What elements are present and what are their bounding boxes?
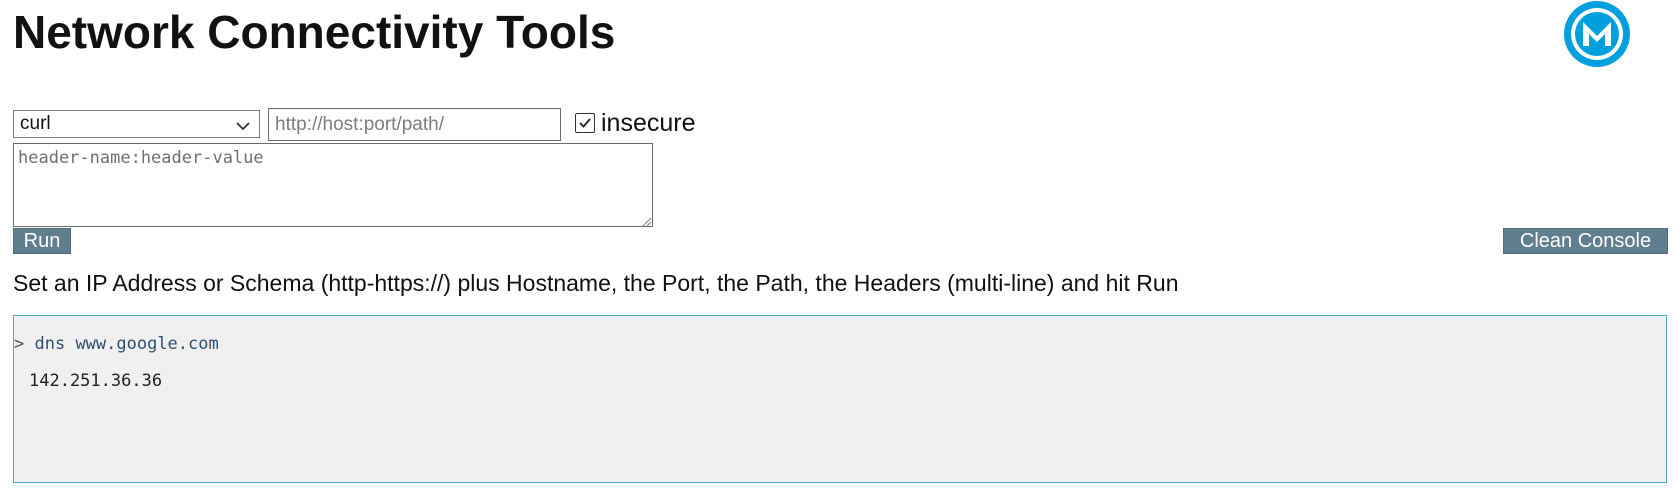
url-input[interactable]: [268, 108, 561, 141]
insecure-checkbox[interactable]: [575, 113, 595, 133]
clean-console-button[interactable]: Clean Console: [1503, 228, 1668, 254]
console-command: dns www.google.com: [34, 334, 219, 354]
console-prompt: >: [14, 334, 25, 354]
console-output-panel[interactable]: > dns www.google.com 142.251.36.36: [13, 315, 1667, 483]
headers-textarea[interactable]: [13, 143, 653, 227]
console-result: 142.251.36.36: [29, 371, 163, 391]
chevron-down-icon: [235, 117, 251, 131]
insecure-option[interactable]: insecure: [575, 108, 696, 138]
insecure-label: insecure: [601, 108, 696, 137]
page-title: Network Connectivity Tools: [13, 6, 616, 58]
console-command-line: > dns www.google.com: [14, 334, 219, 354]
tool-select[interactable]: curl: [13, 110, 260, 138]
instructions-text: Set an IP Address or Schema (http-https:…: [13, 270, 1179, 296]
resize-grip-icon[interactable]: [640, 214, 652, 227]
tool-select-value: curl: [20, 113, 51, 134]
mulesoft-logo-icon: [1555, 0, 1639, 74]
run-button[interactable]: Run: [13, 228, 71, 254]
checkmark-icon: [579, 118, 591, 128]
